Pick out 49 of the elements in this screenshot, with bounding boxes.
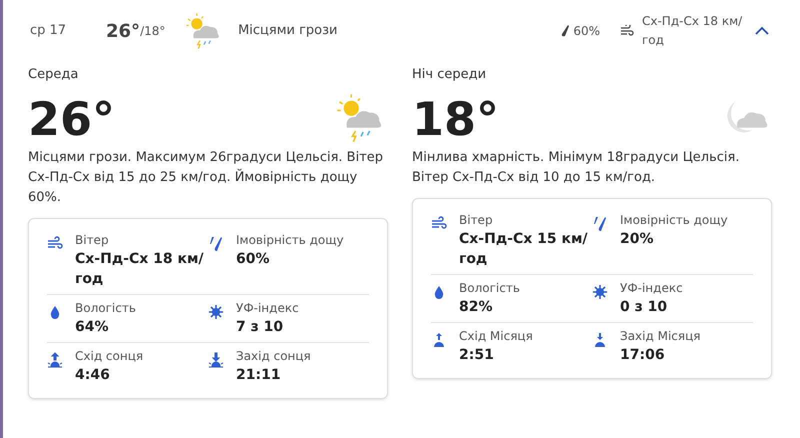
forecast-description: Мінлива хмарність. Мінімум 18градуси Цельсія. Вітер Сх-Пд-Сх від 10 до 15 км/год.: [412, 148, 740, 186]
detail-value: Сх-Пд-Сх 15 км/год: [459, 230, 589, 268]
temperature: 26°: [28, 90, 116, 146]
raindrops-icon: [592, 216, 608, 232]
wind-icon: [431, 216, 447, 232]
detail-label: Імовірність дощу: [236, 232, 345, 248]
temperature: 18°: [412, 90, 500, 146]
detail-label: Вітер: [75, 232, 110, 248]
moonrise-icon: [431, 332, 447, 348]
wind-icon: [620, 25, 634, 37]
detail-value: 2:51: [459, 346, 495, 364]
wind-text: Сх-Пд-Сх 18 км/год: [642, 13, 744, 49]
detail-label: Вологість: [75, 300, 137, 316]
detail-value: 21:11: [236, 366, 282, 384]
detail-value: 4:46: [75, 366, 111, 384]
sun-icon: [592, 284, 608, 300]
detail-value: 20%: [620, 230, 655, 248]
day-label: ср 17: [30, 22, 68, 40]
detail-value: 64%: [75, 318, 110, 336]
detail-label: Вітер: [459, 212, 494, 228]
raindrops-icon: [208, 236, 224, 252]
wind-icon: [47, 236, 63, 252]
sun-icon: [208, 304, 224, 320]
detail-label: Схід сонця: [75, 348, 144, 364]
low-temperature: /18°: [140, 23, 166, 40]
detail-label: Захід Місяця: [620, 328, 702, 344]
detail-value: 82%: [459, 298, 494, 316]
period-title: Ніч середи: [412, 66, 488, 84]
detail-value: 60%: [236, 250, 271, 268]
detail-value: Сх-Пд-Сх 18 км/год: [75, 250, 205, 288]
chevron-up-icon: [754, 26, 770, 36]
detail-value: 0 з 10: [620, 298, 668, 316]
period-title: Середа: [28, 66, 80, 84]
moonset-icon: [592, 332, 608, 348]
detail-value: 7 з 10: [236, 318, 284, 336]
detail-value: 17:06: [620, 346, 666, 364]
rain-chance: 60%: [573, 23, 600, 40]
detail-label: УФ-індекс: [620, 280, 684, 296]
sunrise-icon: [47, 352, 63, 368]
detail-label: Імовірність дощу: [620, 212, 729, 228]
detail-label: Захід сонця: [236, 348, 312, 364]
condition-text: Місцями грози: [238, 22, 338, 40]
detail-label: Вологість: [459, 280, 521, 296]
raindrop-icon: [561, 25, 570, 37]
detail-label: Схід Місяця: [459, 328, 534, 344]
forecast-description: Місцями грози. Максимум 26градуси Цельсія. Вітер Сх-Пд-Сх від 15 до 25 км/год. Ймовірність дощу 60%.: [28, 148, 384, 206]
high-temperature: 26°: [106, 20, 140, 44]
sunset-icon: [208, 352, 224, 368]
detail-label: УФ-індекс: [236, 300, 300, 316]
